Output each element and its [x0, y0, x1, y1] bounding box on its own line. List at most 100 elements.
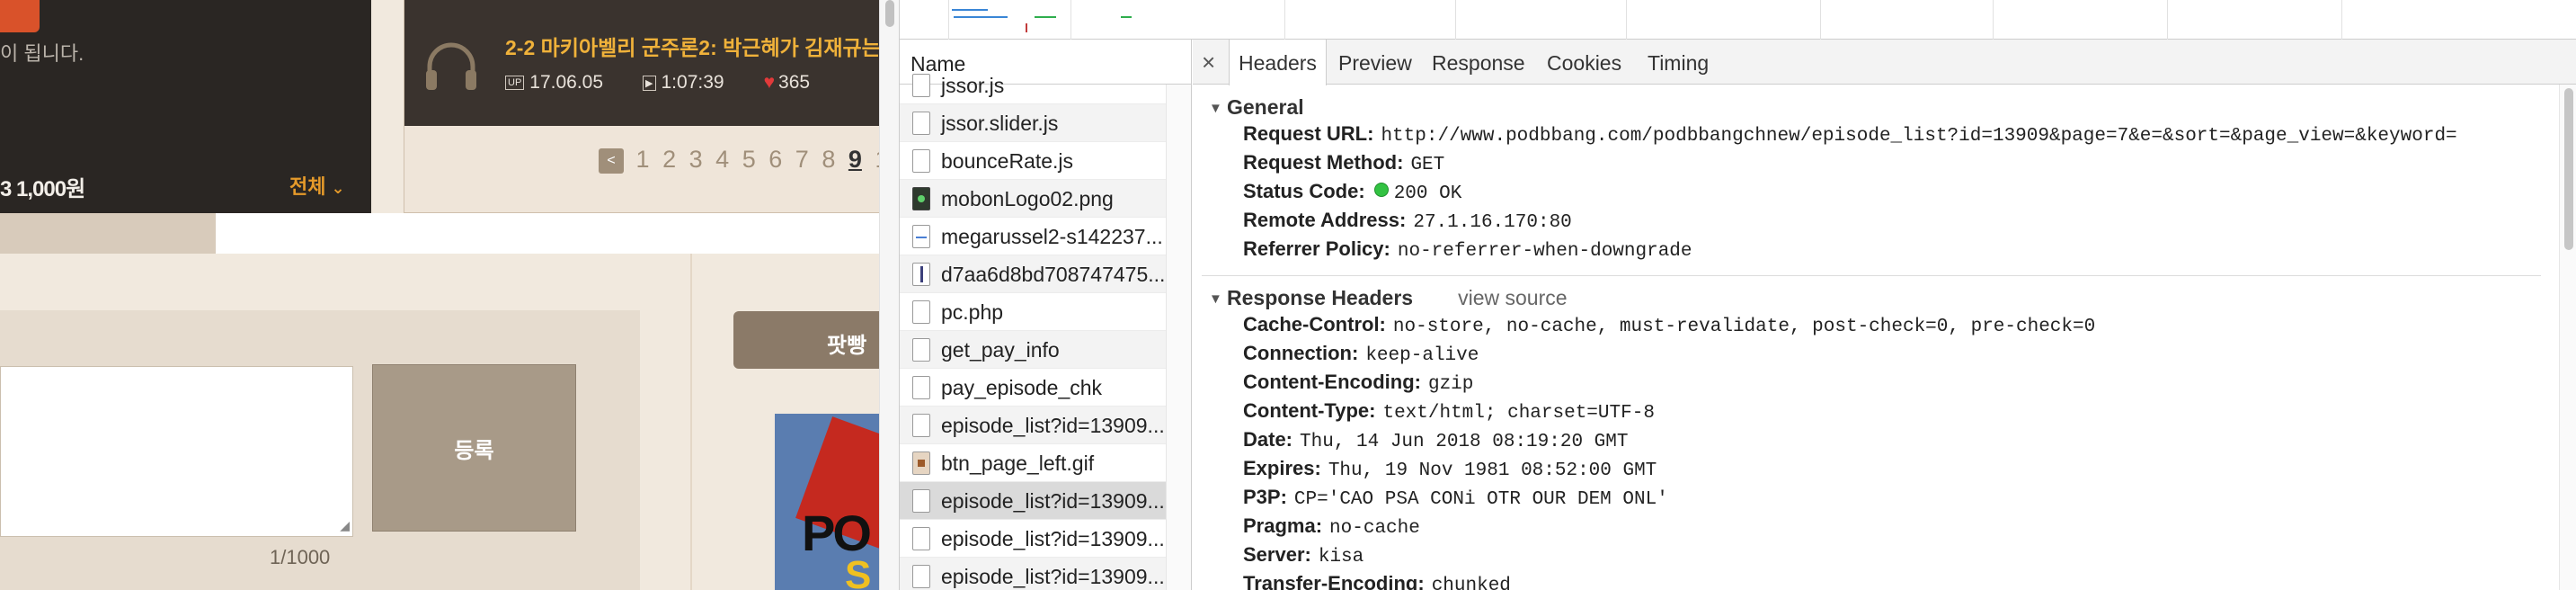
page-link-4[interactable]: 4: [715, 146, 729, 173]
request-row-selected[interactable]: episode_list?id=13909...: [900, 482, 1166, 520]
status-ok-icon: [1373, 183, 1389, 197]
play-icon: ▶: [643, 75, 656, 91]
file-icon: [912, 74, 930, 97]
episode-likes: 365: [778, 72, 811, 93]
header-row: Expires: Thu, 19 Nov 1981 08:52:00 GMT: [1243, 457, 1657, 481]
collapse-triangle-icon: ▼: [1209, 101, 1222, 116]
resize-grip-icon[interactable]: ◢: [340, 518, 350, 533]
image-thumbnail-icon: [912, 225, 930, 248]
tab-preview[interactable]: Preview: [1338, 40, 1412, 85]
tab-response[interactable]: Response: [1432, 40, 1525, 85]
image-thumbnail-icon: [912, 451, 930, 475]
detail-scrollbar[interactable]: [2559, 85, 2576, 590]
heart-icon: ♥: [763, 72, 776, 93]
image-thumbnail-icon: [912, 187, 930, 210]
episode-meta: UP 17.06.05 ▶ 1:07:39 ♥ 365: [505, 72, 810, 94]
request-row[interactable]: d7aa6d8bd708747475...: [900, 255, 1166, 293]
request-row[interactable]: btn_page_left.gif: [900, 444, 1166, 482]
page-link-7[interactable]: 7: [795, 146, 809, 173]
web-page: 이 됩니다. 3 1,000원 전체 ⌄ 2-2 마키아벨리 군주론2: 박근혜가…: [0, 0, 899, 590]
detail-tabbar: × Headers Preview Response Cookies Timin…: [1193, 40, 2576, 85]
page-link-8[interactable]: 8: [822, 146, 835, 173]
page-link-3[interactable]: 3: [689, 146, 703, 173]
episode-title[interactable]: 2-2 마키아벨리 군주론2: 박근혜가 김재규는: [505, 31, 881, 61]
page-scrollbar[interactable]: [879, 0, 899, 590]
header-row: Date: Thu, 14 Jun 2018 08:19:20 GMT: [1243, 428, 1629, 452]
page-link-current[interactable]: 9: [848, 146, 862, 173]
request-row[interactable]: episode_list?id=13909...: [900, 558, 1166, 590]
request-row[interactable]: get_pay_info: [900, 331, 1166, 369]
file-icon: [912, 527, 930, 550]
status-code-row: Status Code: 200 OK: [1243, 180, 1462, 204]
request-row[interactable]: mobonLogo02.png: [900, 180, 1166, 218]
comment-submit-button[interactable]: 등록: [372, 364, 576, 532]
response-headers-header[interactable]: ▼ Response Headers view source: [1193, 286, 2541, 313]
request-row[interactable]: episode_list?id=13909...: [900, 520, 1166, 558]
view-all-link[interactable]: 전체 ⌄: [289, 171, 345, 200]
request-row[interactable]: pc.php: [900, 293, 1166, 331]
header-row: Cache-Control: no-store, no-cache, must-r…: [1243, 313, 2096, 337]
page-link-1[interactable]: 1: [636, 146, 650, 173]
file-icon: [912, 300, 930, 324]
remote-address-row: Remote Address: 27.1.16.170:80: [1243, 209, 1572, 233]
fan-button[interactable]: 팟빵: [733, 311, 899, 369]
request-list-scrollbar[interactable]: [1166, 85, 1191, 590]
beige-strip: [0, 213, 216, 254]
page-link-2[interactable]: 2: [662, 146, 676, 173]
price-text: 3 1,000원: [0, 177, 85, 201]
view-source-link[interactable]: view source: [1458, 286, 1567, 309]
view-all-label: 전체: [289, 175, 326, 198]
request-row[interactable]: jssor.js: [900, 67, 1166, 104]
request-row[interactable]: episode_list?id=13909...: [900, 407, 1166, 444]
headphone-icon: [426, 42, 476, 90]
request-row[interactable]: bounceRate.js: [900, 142, 1166, 180]
tab-cookies[interactable]: Cookies: [1547, 40, 1621, 85]
episode-item[interactable]: 2-2 마키아벨리 군주론2: 박근혜가 김재규는 UP 17.06.05 ▶ 1:0…: [404, 0, 899, 126]
chevron-down-icon: ⌄: [331, 179, 345, 197]
request-row[interactable]: megarussel2-s142237...: [900, 218, 1166, 255]
file-icon: [912, 565, 930, 588]
page-link-6[interactable]: 6: [768, 146, 782, 173]
request-list: Name jssor.js jssor.slider.js bounceRate…: [900, 40, 1192, 590]
file-icon: [912, 149, 930, 173]
prev-page-button[interactable]: <: [599, 148, 624, 174]
file-icon: [912, 112, 930, 135]
detail-scroll-thumb[interactable]: [2564, 88, 2573, 250]
page-link-5[interactable]: 5: [742, 146, 756, 173]
channel-info-panel: 이 됩니다. 3 1,000원 전체 ⌄: [0, 0, 371, 213]
episode-duration: 1:07:39: [661, 72, 724, 93]
referrer-policy-row: Referrer Policy: no-referrer-when-downgra…: [1243, 237, 1692, 262]
header-row: Pragma: no-cache: [1243, 514, 1420, 539]
pagination: < 1 2 3 4 5 6 7 8 9 10: [599, 146, 899, 174]
close-icon[interactable]: ×: [1202, 49, 1215, 76]
tab-headers[interactable]: Headers: [1229, 40, 1327, 85]
collapse-triangle-icon: ▼: [1209, 291, 1222, 307]
orange-badge: [0, 0, 40, 32]
header-row: P3P: CP='CAO PSA CONi OTR OUR DEM ONL': [1243, 486, 1668, 510]
channel-description: 이 됩니다.: [0, 42, 84, 65]
header-row: Content-Encoding: gzip: [1243, 371, 1474, 395]
episode-list-box: 2-2 마키아벨리 군주론2: 박근혜가 김재규는 UP 17.06.05 ▶ 1:0…: [404, 0, 899, 213]
request-row[interactable]: pay_episode_chk: [900, 369, 1166, 407]
comment-area: ◢ 등록 1/1000: [0, 310, 640, 590]
network-timeline-overview[interactable]: [900, 0, 2576, 40]
banner-text-2: S: [845, 553, 872, 590]
image-thumbnail-icon: [912, 263, 930, 286]
request-row[interactable]: jssor.slider.js: [900, 104, 1166, 142]
request-url-row: Request URL: http://www.podbbang.com/podb…: [1243, 122, 2457, 147]
file-icon: [912, 414, 930, 437]
header-row: Transfer-Encoding: chunked: [1243, 572, 1511, 590]
section-gap: [216, 213, 899, 254]
general-section-header[interactable]: ▼ General: [1193, 95, 2541, 122]
request-method-row: Request Method: GET: [1243, 151, 1445, 175]
header-row: Content-Type: text/html; charset=UTF-8: [1243, 399, 1655, 424]
tab-timing[interactable]: Timing: [1648, 40, 1709, 85]
comment-textarea[interactable]: ◢: [0, 366, 353, 537]
file-icon: [912, 338, 930, 362]
devtools-network-panel: Name jssor.js jssor.slider.js bounceRate…: [899, 0, 2576, 590]
page-scroll-thumb[interactable]: [885, 0, 894, 27]
file-icon: [912, 376, 930, 399]
general-section: ▼ General Request URL: http://www.podbbang…: [1193, 95, 2541, 266]
episode-date: 17.06.05: [529, 72, 604, 93]
character-counter: 1/1000: [270, 546, 331, 568]
